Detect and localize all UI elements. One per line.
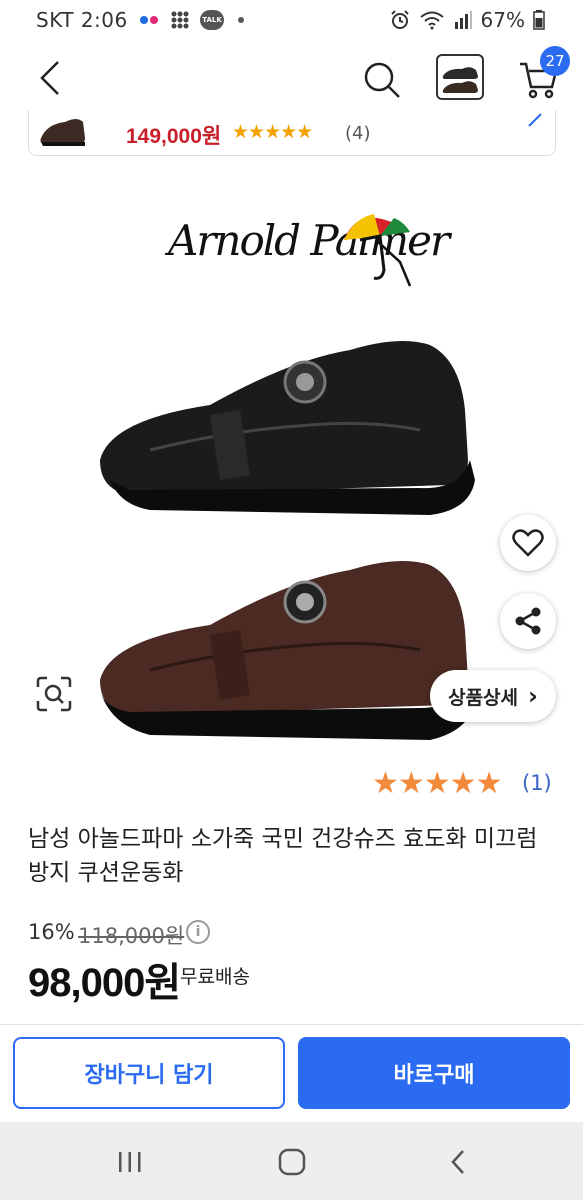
search-button[interactable]: [358, 56, 406, 104]
battery-icon: [533, 10, 545, 30]
price-info-icon[interactable]: i: [186, 920, 210, 944]
share-button[interactable]: [500, 593, 556, 649]
search-icon: [364, 62, 400, 98]
chevron-left-icon: [40, 61, 59, 95]
back-nav-icon: [451, 1150, 464, 1174]
shoe-thumbnail-image: [442, 67, 478, 93]
product-detail-button[interactable]: 상품상세 ›: [430, 670, 556, 722]
wifi-icon: [419, 11, 444, 30]
status-time: SKT 2:06: [36, 8, 128, 32]
more-dot-icon: [238, 17, 244, 23]
signal-icon: [454, 11, 472, 29]
heart-icon: [512, 529, 544, 557]
cart-count-badge: 27: [540, 46, 570, 76]
black-shoe-image: [100, 341, 475, 515]
product-main-image: [100, 341, 478, 740]
back-nav-button[interactable]: [438, 1142, 478, 1182]
edit-pencil-icon: [528, 113, 542, 127]
related-product-review-count: (4): [345, 123, 371, 144]
status-bar: SKT 2:06 TALK 67%: [0, 0, 583, 40]
original-price: 118,000원: [78, 924, 185, 948]
recent-apps-icon: [119, 1152, 141, 1172]
alarm-icon: [390, 10, 409, 29]
discount-rate: 16%: [28, 920, 75, 944]
share-icon: [515, 607, 541, 635]
umbrella-logo-icon: [344, 214, 412, 287]
battery-percent: 67%: [480, 8, 525, 32]
app-grid-icon: [171, 11, 189, 29]
back-button[interactable]: [30, 58, 70, 98]
free-shipping-label: 무료배송: [180, 966, 250, 988]
status-system-icons: 67%: [389, 8, 545, 32]
chevron-right-icon: ›: [528, 682, 538, 710]
lens-search-icon: [36, 676, 72, 712]
related-product-price: 149,000원: [126, 125, 222, 148]
flickr-dots-icon: [140, 16, 158, 24]
home-button[interactable]: [272, 1142, 312, 1182]
image-search-button[interactable]: [32, 672, 76, 716]
buy-now-button[interactable]: 바로구매: [298, 1037, 570, 1109]
wishlist-button[interactable]: [500, 515, 556, 571]
status-notification-icons: TALK: [138, 10, 244, 30]
related-product-stars: ★★★★★: [232, 121, 313, 143]
recent-product-thumbnail[interactable]: [436, 54, 484, 100]
review-count-link[interactable]: (1): [522, 771, 552, 795]
rating-stars: ★★★★★: [372, 766, 502, 801]
app-header: [0, 40, 583, 118]
system-nav-bar: [0, 1122, 583, 1200]
recent-apps-button[interactable]: [110, 1142, 150, 1182]
product-title: 남성 아놀드파마 소가죽 국민 건강슈즈 효도화 미끄럼방지 쿠션운동화: [28, 826, 538, 886]
product-detail-label: 상품상세: [448, 686, 519, 709]
kakaotalk-icon: TALK: [200, 10, 224, 30]
sale-price: 98,000원: [28, 961, 181, 1005]
add-to-cart-button[interactable]: 장바구니 담기: [13, 1037, 285, 1109]
brown-shoe-image: [100, 561, 478, 740]
mini-shoe-image: [40, 119, 85, 146]
home-icon: [278, 1148, 306, 1176]
